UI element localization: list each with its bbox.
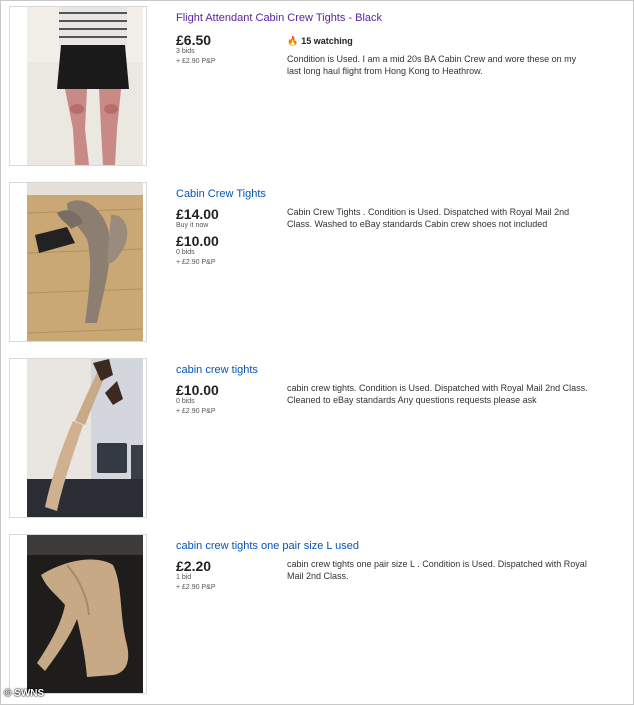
photo-credit-watermark: © SWNS — [4, 688, 45, 699]
listing-photo-seated-woman[interactable] — [27, 7, 143, 165]
listing-photo-folded-tights[interactable] — [27, 535, 143, 693]
listing-bid-count: 0 bids — [176, 398, 195, 405]
listing-buy-it-now-price: £14.00 — [176, 206, 219, 222]
listing-description: cabin crew tights. Condition is Used. Di… — [287, 383, 588, 405]
listing-bid-count: 0 bids — [176, 249, 195, 256]
listing-title-link[interactable]: Cabin Crew Tights — [176, 188, 266, 200]
listing-price: £10.00 — [176, 382, 219, 398]
listing-item: Cabin Crew Tights £14.00 Buy it now £10.… — [0, 182, 634, 352]
listing-postage: + £2.90 P&P — [176, 58, 216, 65]
listing-thumbnail-frame[interactable] — [9, 182, 147, 342]
listing-title-link[interactable]: Flight Attendant Cabin Crew Tights - Bla… — [176, 12, 382, 24]
listing-postage: + £2.90 P&P — [176, 408, 216, 415]
listing-description: Condition is Used. I am a mid 20s BA Cab… — [287, 54, 577, 76]
listing-price: £6.50 — [176, 32, 212, 48]
watching-count: 15 watching — [301, 36, 353, 46]
listing-description: cabin crew tights one pair size L . Cond… — [287, 559, 587, 581]
watching-indicator: 🔥 15 watching — [287, 36, 353, 47]
listing-item: Flight Attendant Cabin Crew Tights - Bla… — [0, 6, 634, 176]
listing-thumbnail-frame[interactable] — [9, 6, 147, 166]
listing-thumbnail-frame[interactable] — [9, 534, 147, 694]
listing-postage: + £2.90 P&P — [176, 259, 216, 266]
listing-photo-legs-on-wall[interactable] — [27, 359, 143, 517]
listing-thumbnail-frame[interactable] — [9, 358, 147, 518]
listing-title-link[interactable]: cabin crew tights one pair size L used — [176, 540, 359, 552]
listing-item: cabin crew tights one pair size L used £… — [0, 534, 634, 704]
listing-title-link[interactable]: cabin crew tights — [176, 364, 258, 376]
listing-item: cabin crew tights £10.00 0 bids + £2.90 … — [0, 358, 634, 528]
listing-description: Cabin Crew Tights . Condition is Used. D… — [287, 207, 570, 229]
listing-postage: + £2.90 P&P — [176, 584, 216, 591]
listing-bid-count: 3 bids — [176, 48, 195, 55]
flame-icon: 🔥 — [287, 36, 299, 46]
listing-price: £2.20 — [176, 558, 212, 574]
listing-price: £10.00 — [176, 233, 219, 249]
buy-it-now-label: Buy it now — [176, 222, 209, 229]
listing-photo-tights-and-shoes[interactable] — [27, 183, 143, 341]
listing-bid-count: 1 bid — [176, 574, 192, 581]
